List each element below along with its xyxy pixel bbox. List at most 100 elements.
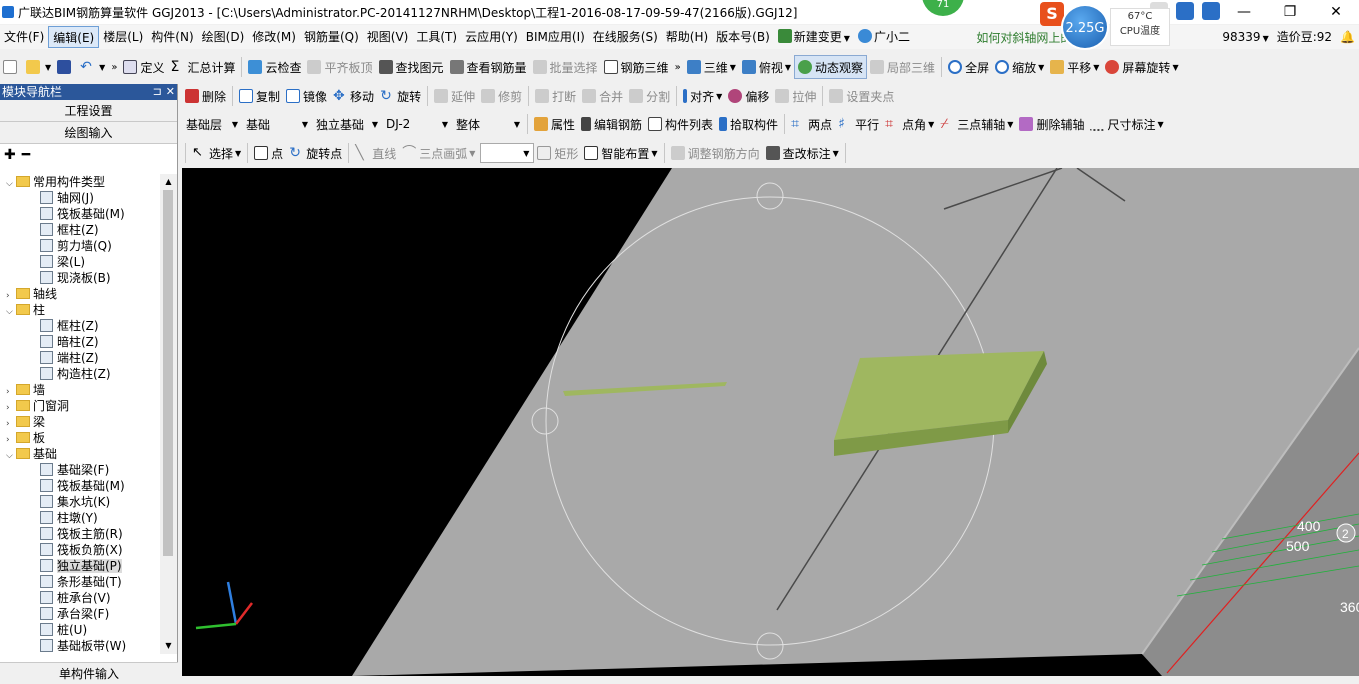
view-rebar-button[interactable]: 查看钢筋量 (447, 55, 530, 79)
menu-draw[interactable]: 绘图(D) (198, 26, 249, 48)
memory-ball[interactable]: 2.25G (1061, 4, 1109, 50)
toolbar-overflow-2[interactable]: » (672, 55, 684, 79)
three-point-axis-button[interactable]: ⌿ 三点辅轴 ▼ (937, 112, 1016, 136)
panel-close-icon[interactable]: ✕ (166, 84, 175, 100)
set-grip-button[interactable]: 设置夹点 (826, 84, 897, 108)
tree-item[interactable]: 筏板主筋(R) (0, 526, 160, 542)
new-change-menu[interactable]: 新建变更 ▼ (774, 26, 854, 48)
rebar-3d-button[interactable]: 钢筋三维 (601, 55, 672, 79)
tree-item[interactable]: 基础梁(F) (0, 462, 160, 478)
define-button[interactable]: 定义 (120, 55, 167, 79)
3d-scene[interactable]: 400 500 360 2 (182, 168, 1359, 676)
trim-button[interactable]: 修剪 (478, 84, 525, 108)
menu-bim[interactable]: BIM应用(I) (522, 26, 589, 48)
zoom-button[interactable]: 缩放 ▼ (992, 55, 1047, 79)
marquee-tip[interactable]: 如何对斜轴网上的 (976, 29, 1072, 46)
merge-button[interactable]: 合并 (579, 84, 626, 108)
split-button[interactable]: 分割 (626, 84, 673, 108)
undo-button[interactable]: ↶ ▼ (77, 55, 108, 79)
two-point-axis-button[interactable]: ⌗ 两点 (788, 112, 835, 136)
wrench-icon[interactable] (1202, 2, 1220, 20)
close-button[interactable]: ✕ (1313, 0, 1359, 24)
dimension-button[interactable]: 尺寸标注 ▼ (1087, 112, 1166, 136)
tree-item[interactable]: 现浇板(B) (0, 270, 160, 286)
tree-folder[interactable]: › 轴线 (0, 286, 160, 302)
account-id[interactable]: 98339 ▼ (1218, 26, 1272, 48)
dynamic-view-button[interactable]: 动态观察 (794, 55, 868, 79)
rect-button[interactable]: 矩形 (534, 141, 581, 165)
tree-item[interactable]: 轴网(J) (0, 190, 160, 206)
save-button[interactable] (54, 55, 77, 79)
tree-item[interactable]: 桩承台(V) (0, 590, 160, 606)
point-angle-button[interactable]: ⌗ 点角 ▼ (882, 112, 937, 136)
summary-button[interactable]: Σ 汇总计算 (167, 55, 238, 79)
tree-item[interactable]: 基础板带(W) (0, 638, 160, 654)
bell-icon[interactable]: 🔔 (1336, 26, 1359, 48)
find-element-button[interactable]: 查找图元 (376, 55, 447, 79)
rotate-button[interactable]: ↻ 旋转 (377, 84, 424, 108)
maximize-button[interactable]: ❐ (1267, 0, 1313, 24)
floor-select[interactable]: 基础层 ▼ (182, 114, 242, 134)
arc-mode-select[interactable]: ▼ (480, 143, 535, 163)
tree-item[interactable]: 筏板基础(M) (0, 206, 160, 222)
fullscreen-button[interactable]: 全屏 (945, 55, 992, 79)
tree-item[interactable]: 暗柱(Z) (0, 334, 160, 350)
properties-button[interactable]: 属性 (531, 112, 578, 136)
menu-help[interactable]: 帮助(H) (662, 26, 712, 48)
tree-item[interactable]: 框柱(Z) (0, 222, 160, 238)
tree-folder[interactable]: ⌵ 柱 (0, 302, 160, 318)
break-button[interactable]: 打断 (532, 84, 579, 108)
type-select[interactable]: 独立基础 ▼ (312, 114, 382, 134)
assistant-menu[interactable]: 广小二 (854, 26, 914, 48)
tree-item[interactable]: 剪力墙(Q) (0, 238, 160, 254)
tree-item[interactable]: 独立基础(P) (0, 558, 160, 574)
drawing-input-button[interactable]: 绘图输入 (0, 122, 177, 144)
minimize-button[interactable]: — (1221, 0, 1267, 24)
parallel-axis-button[interactable]: ♯ 平行 (835, 112, 882, 136)
tree-folder[interactable]: ⌵ 基础 (0, 446, 160, 462)
flat-top-button[interactable]: 平齐板顶 (304, 55, 375, 79)
copy-button[interactable]: 复制 (236, 84, 283, 108)
pin-icon[interactable]: ⊐ (153, 84, 162, 100)
delete-axis-button[interactable]: 删除辅轴 (1016, 112, 1087, 136)
cloud-check-button[interactable]: 云检查 (245, 55, 304, 79)
menu-cloud[interactable]: 云应用(Y) (461, 26, 522, 48)
batch-select-button[interactable]: 批量选择 (530, 55, 601, 79)
open-button[interactable]: ▼ (23, 55, 54, 79)
drawing-viewport[interactable]: 400 500 360 2 (182, 168, 1359, 676)
toolbar-overflow[interactable]: » (108, 55, 120, 79)
screen-rotate-button[interactable]: 屏幕旋转 ▼ (1102, 55, 1181, 79)
tree-folder[interactable]: › 门窗洞 (0, 398, 160, 414)
tree-item[interactable]: 柱墩(Y) (0, 510, 160, 526)
align-button[interactable]: 对齐 ▼ (680, 84, 725, 108)
tree-scrollbar[interactable]: ▲ ▼ (160, 174, 177, 654)
menu-tools[interactable]: 工具(T) (412, 26, 461, 48)
pick-element-button[interactable]: 拾取构件 (716, 112, 781, 136)
point-button[interactable]: 点 (251, 141, 286, 165)
scroll-down-arrow[interactable]: ▼ (160, 638, 177, 654)
edit-label-button[interactable]: 查改标注 ▼ (763, 141, 842, 165)
top-view-button[interactable]: 俯视 ▼ (739, 55, 794, 79)
line-button[interactable]: ╲ 直线 (352, 141, 399, 165)
pan-button[interactable]: 平移 ▼ (1047, 55, 1102, 79)
extend-button[interactable]: 延伸 (431, 84, 478, 108)
move-button[interactable]: ✥ 移动 (330, 84, 377, 108)
3d-button[interactable]: 三维 ▼ (684, 55, 739, 79)
menu-file[interactable]: 文件(F) (0, 26, 48, 48)
part-select[interactable]: 整体 ▼ (452, 114, 524, 134)
select-button[interactable]: ↖ 选择 ▼ (189, 141, 244, 165)
menu-floor[interactable]: 楼层(L) (99, 26, 147, 48)
arc-button[interactable]: ⌒ 三点画弧 ▼ (399, 141, 478, 165)
tree-item[interactable]: 构造柱(Z) (0, 366, 160, 382)
tree-item[interactable]: 桩(U) (0, 622, 160, 638)
menu-modify[interactable]: 修改(M) (248, 26, 300, 48)
expand-all-icon[interactable]: ✚ (4, 147, 16, 163)
smart-layout-button[interactable]: 智能布置 ▼ (581, 141, 660, 165)
tree-folder[interactable]: › 板 (0, 430, 160, 446)
delete-button[interactable]: 删除 (182, 84, 229, 108)
edit-rebar-button[interactable]: 编辑钢筋 (578, 112, 645, 136)
tree-folder[interactable]: ⌵ 常用构件类型 (0, 174, 160, 190)
stretch-button[interactable]: 拉伸 (772, 84, 819, 108)
tree-folder[interactable]: › 墙 (0, 382, 160, 398)
scroll-thumb[interactable] (163, 190, 173, 556)
